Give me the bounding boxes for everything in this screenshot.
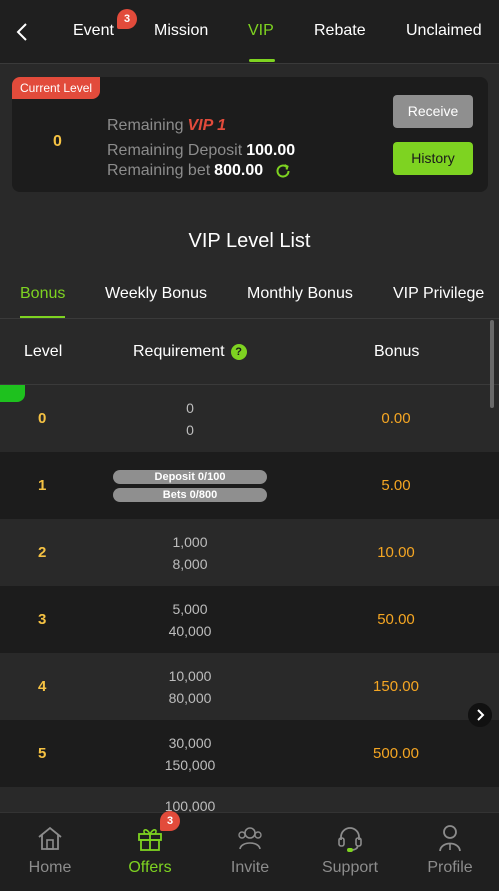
row-level: 0 [38, 410, 47, 427]
row-requirement: 10,000 80,000 [115, 653, 265, 720]
requirement-deposit: 0 [186, 399, 194, 416]
nav-support[interactable]: Support [300, 813, 400, 891]
remaining-vip-value: VIP 1 [187, 117, 227, 134]
tab-vip-underline [249, 59, 275, 62]
current-row-marker [0, 385, 25, 402]
table-row: 5 30,000 150,000 500.00 [0, 720, 499, 787]
remaining-bet-line: Remaining bet 800.00 [107, 162, 292, 180]
subtab-monthly-bonus[interactable]: Monthly Bonus [247, 285, 353, 303]
tab-event[interactable]: Event [73, 22, 114, 40]
row-bonus: 0.00 [381, 410, 411, 427]
table-header: Level Requirement? Bonus [0, 319, 499, 385]
scrollbar[interactable] [490, 320, 494, 408]
requirement-deposit: 30,000 [168, 734, 212, 751]
home-icon [38, 826, 62, 850]
requirement-deposit: 5,000 [172, 600, 208, 617]
remaining-deposit-value: 100.00 [246, 142, 296, 159]
tab-vip[interactable]: VIP [248, 22, 274, 40]
invite-icon [238, 827, 262, 850]
header-level: Level [24, 343, 63, 360]
requirement-bets: 8,000 [172, 555, 208, 572]
table-row: 0 0 0 0.00 [0, 385, 499, 452]
requirement-bets: 80,000 [168, 689, 212, 706]
history-button[interactable]: History [393, 142, 473, 175]
requirement-bets: 150,000 [164, 756, 216, 773]
row-level: 3 [38, 611, 47, 628]
table-row: 1 Deposit 0/100 Bets 0/800 5.00 [0, 452, 499, 519]
nav-profile[interactable]: Profile [400, 813, 499, 891]
remaining-label: Remaining [107, 117, 184, 134]
row-bonus: 5.00 [381, 477, 411, 494]
tab-rebate[interactable]: Rebate [314, 22, 366, 40]
headset-icon [338, 827, 362, 852]
subtab-bonus[interactable]: Bonus [20, 285, 65, 303]
current-level-value: 0 [53, 133, 62, 150]
subtab-vip-privilege[interactable]: VIP Privilege [393, 285, 484, 303]
row-requirement: 1,000 8,000 [115, 519, 265, 586]
bets-progress-pill: Bets 0/800 [113, 487, 267, 502]
row-level: 5 [38, 745, 47, 762]
nav-invite[interactable]: Invite [200, 813, 300, 891]
bottom-nav: Home 3 Offers Invite Support Profile [0, 811, 499, 891]
requirement-bets: 40,000 [168, 622, 212, 639]
table-row: 2 1,000 8,000 10.00 [0, 519, 499, 586]
nav-home[interactable]: Home [0, 813, 100, 891]
row-requirement: 30,000 150,000 [115, 720, 265, 787]
offers-badge: 3 [160, 811, 180, 831]
row-requirement: Deposit 0/100 Bets 0/800 [113, 452, 267, 519]
nav-support-label: Support [321, 859, 379, 876]
requirement-deposit: 1,000 [172, 533, 208, 550]
section-title: VIP Level List [188, 230, 311, 252]
row-level: 1 [38, 477, 47, 494]
row-requirement: 5,000 40,000 [115, 586, 265, 653]
remaining-deposit-line: Remaining Deposit 100.00 [107, 142, 295, 160]
profile-icon [439, 825, 461, 852]
nav-profile-label: Profile [427, 859, 473, 876]
current-level-tag: Current Level [12, 77, 101, 99]
help-icon[interactable]: ? [230, 344, 247, 360]
scroll-right-arrow-icon[interactable] [468, 703, 492, 727]
row-level: 2 [38, 544, 47, 561]
row-bonus: 500.00 [373, 745, 419, 762]
receive-button[interactable]: Receive [393, 95, 473, 128]
requirement-deposit: 10,000 [168, 667, 212, 684]
remaining-bet-label: Remaining bet [107, 162, 211, 180]
subtab-weekly-bonus[interactable]: Weekly Bonus [105, 285, 207, 303]
back-arrow-icon[interactable] [12, 20, 34, 44]
remaining-vip-line: Remaining VIP 1 [107, 117, 226, 135]
nav-offers[interactable]: 3 Offers [100, 811, 200, 891]
row-level: 4 [38, 678, 47, 695]
deposit-progress-pill: Deposit 0/100 [113, 469, 267, 484]
remaining-bet-value: 800.00 [214, 162, 264, 180]
requirement-bets: 0 [186, 421, 194, 438]
nav-invite-label: Invite [230, 859, 270, 876]
header-requirement-label: Requirement [133, 343, 225, 360]
vip-page: Event 3 Mission VIP Rebate Unclaimed Cur… [0, 0, 499, 891]
row-bonus: 150.00 [373, 678, 419, 695]
current-level-card: Current Level 0 Remaining VIP 1 Remaining… [12, 77, 488, 192]
table-row: 3 5,000 40,000 50.00 [0, 586, 499, 653]
tab-mission[interactable]: Mission [154, 22, 208, 40]
top-nav: Event 3 Mission VIP Rebate Unclaimed [0, 0, 499, 64]
row-bonus: 10.00 [377, 544, 415, 561]
header-requirement: Requirement? [133, 343, 247, 361]
refresh-icon[interactable] [274, 162, 292, 180]
nav-offers-label: Offers [128, 859, 172, 876]
event-badge: 3 [117, 9, 137, 29]
row-requirement: 0 0 [115, 385, 265, 452]
table-row: 4 10,000 80,000 150.00 [0, 653, 499, 720]
remaining-deposit-label: Remaining Deposit [107, 142, 243, 159]
row-bonus: 50.00 [377, 611, 415, 628]
header-bonus: Bonus [374, 343, 420, 360]
tab-unclaimed[interactable]: Unclaimed [406, 22, 482, 40]
nav-home-label: Home [28, 859, 72, 876]
